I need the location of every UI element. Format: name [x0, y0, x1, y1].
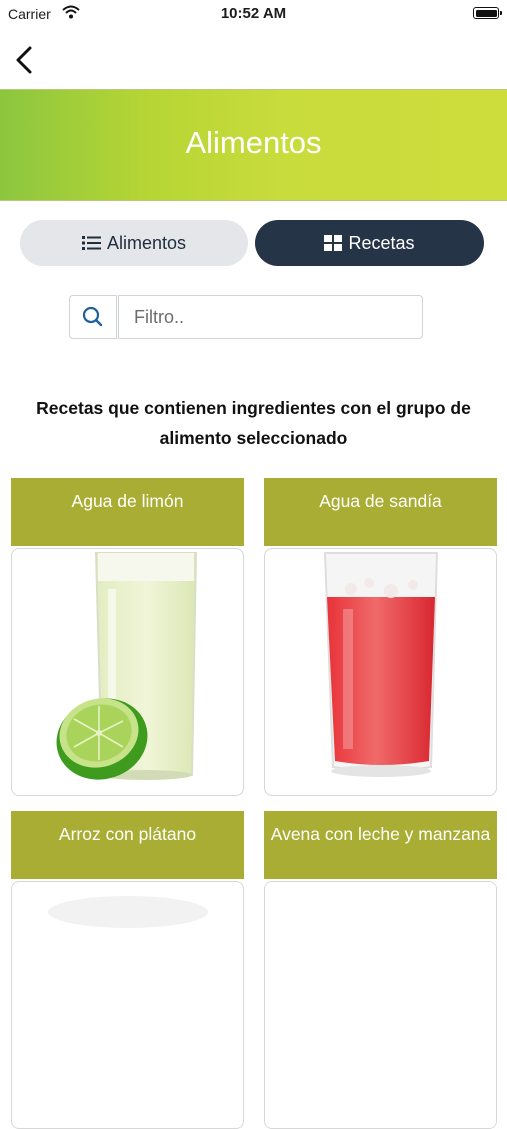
recipe-title: Agua de sandía [264, 478, 497, 546]
recipe-card[interactable]: Arroz con plátano [11, 811, 244, 1129]
tab-recetas-label: Recetas [348, 232, 415, 253]
recipe-card[interactable]: Agua de limón [11, 478, 244, 796]
search-icon [82, 306, 103, 327]
tab-alimentos-label: Alimentos [106, 232, 187, 253]
recipe-title: Agua de limón [11, 478, 244, 546]
recipe-card[interactable]: Agua de sandía [264, 478, 497, 796]
recipe-title: Arroz con plátano [11, 811, 244, 879]
chevron-left-icon [16, 46, 32, 74]
recipe-card[interactable]: Avena con leche y manzana [264, 811, 497, 1129]
grid-icon [324, 235, 343, 251]
lemon-water-image [11, 548, 244, 796]
section-heading: Recetas que contienen ingredientes con e… [36, 398, 471, 448]
search-button[interactable] [69, 295, 117, 339]
list-icon [81, 236, 101, 250]
watermelon-water-image [264, 548, 497, 796]
rice-plantain-image [11, 881, 244, 1129]
oatmeal-apple-image [264, 881, 497, 1129]
header-banner: Alimentos [0, 89, 507, 201]
status-time: 10:52 AM [220, 5, 287, 22]
tab-recetas[interactable]: Recetas [255, 220, 484, 266]
battery-icon [473, 7, 502, 19]
back-button[interactable] [8, 40, 44, 80]
filter-input[interactable] [118, 295, 423, 339]
tab-alimentos[interactable]: Alimentos [20, 220, 248, 266]
status-bar: Carrier 10:52 AM [0, 0, 507, 30]
page-title: Alimentos [185, 125, 322, 160]
recipe-title: Avena con leche y manzana [264, 811, 497, 879]
